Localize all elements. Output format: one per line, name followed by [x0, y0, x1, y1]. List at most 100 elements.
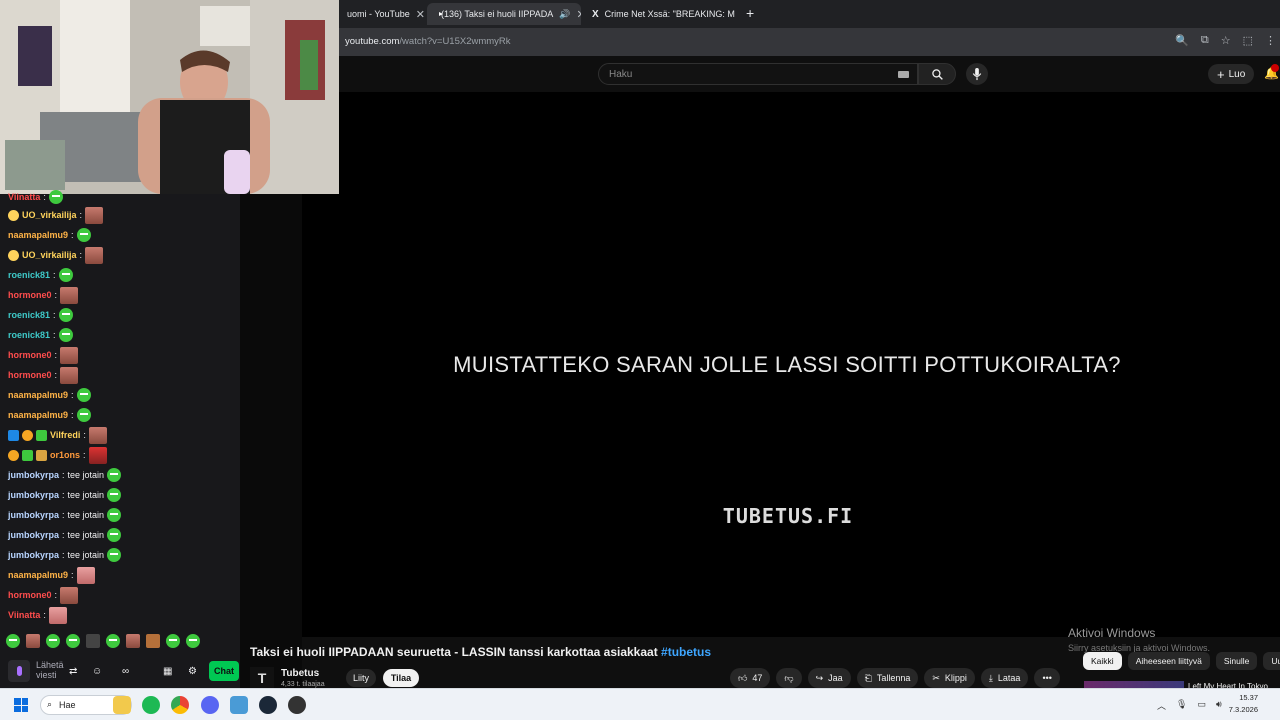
close-icon[interactable]: ✕: [416, 8, 425, 21]
chat-username[interactable]: naamapalmu9: [8, 390, 68, 400]
emote-icon[interactable]: [186, 634, 200, 648]
network-icon[interactable]: ▭: [1197, 699, 1206, 712]
emote-icon[interactable]: [146, 634, 160, 648]
discord-icon[interactable]: [201, 696, 219, 714]
emote-icon: [58, 308, 73, 322]
chat-username[interactable]: hormone0: [8, 290, 52, 300]
chat-message: hormone0:: [8, 586, 79, 604]
chat-message: naamapalmu9:: [8, 226, 91, 244]
chat-username[interactable]: UO_virkailija: [22, 210, 77, 220]
chat-username[interactable]: naamapalmu9: [8, 570, 68, 580]
settings-gear-icon[interactable]: ⚙: [188, 666, 197, 677]
windows-start-icon[interactable]: [14, 698, 28, 712]
chat-username[interactable]: Vilfredi: [50, 430, 80, 440]
emote-icon[interactable]: [46, 634, 60, 648]
emote-icon: [88, 446, 107, 464]
chat-username[interactable]: Viinatta: [8, 610, 40, 620]
new-tab-icon[interactable]: +: [746, 5, 754, 21]
volume-icon[interactable]: 🔊︎: [1216, 699, 1222, 712]
more-actions-button[interactable]: •••: [1034, 668, 1060, 688]
scissors-icon: ✂: [932, 672, 940, 683]
system-tray: ︿ 🎙︎ ▭ 🔊︎: [1157, 699, 1222, 712]
chat-username[interactable]: jumbokyrpa: [8, 470, 59, 480]
obs-icon[interactable]: [288, 696, 306, 714]
hashtag-link[interactable]: #tubetus: [661, 645, 711, 659]
emote-icon[interactable]: [26, 634, 40, 648]
emote-icon[interactable]: [66, 634, 80, 648]
chat-username[interactable]: naamapalmu9: [8, 410, 68, 420]
voice-search-button[interactable]: [966, 63, 988, 85]
dislike-button[interactable]: 👎︎: [776, 668, 802, 688]
close-icon[interactable]: ✕: [576, 8, 581, 21]
chat-username[interactable]: jumbokyrpa: [8, 530, 59, 540]
download-button[interactable]: ⤓ Lataa: [980, 668, 1029, 688]
chat-username[interactable]: hormone0: [8, 370, 52, 380]
chat-username[interactable]: naamapalmu9: [8, 230, 68, 240]
file-explorer-icon[interactable]: [113, 696, 131, 714]
zoom-icon[interactable]: 🔍: [1175, 34, 1189, 47]
keyboard-icon[interactable]: [898, 71, 909, 78]
chat-username[interactable]: roenick81: [8, 270, 50, 280]
chat-username[interactable]: jumbokyrpa: [8, 490, 59, 500]
chat-username[interactable]: jumbokyrpa: [8, 510, 59, 520]
chat-username[interactable]: hormone0: [8, 590, 52, 600]
extensions-icon[interactable]: ⬚: [1243, 34, 1253, 47]
menu-icon[interactable]: ⋮: [1265, 34, 1276, 47]
chat-username[interactable]: hormone0: [8, 350, 52, 360]
search-button[interactable]: [918, 63, 956, 85]
bits-icon[interactable]: ∞: [122, 666, 129, 677]
emote-icon[interactable]: [126, 634, 140, 648]
chat-username[interactable]: jumbokyrpa: [8, 550, 59, 560]
store-icon[interactable]: ▦: [163, 666, 172, 677]
emote-icon[interactable]: [166, 634, 180, 648]
save-button[interactable]: ⎗ Tallenna: [856, 668, 919, 688]
chip-new[interactable]: Uud: [1263, 652, 1280, 670]
video-title-text: Taksi ei huoli IIPPADAAN seuruetta - LAS…: [250, 645, 658, 659]
join-button[interactable]: Liity: [346, 669, 376, 687]
chevron-up-icon[interactable]: ︿: [1157, 699, 1166, 712]
translate-icon[interactable]: ⇄: [69, 666, 77, 677]
subscribe-button[interactable]: Tilaa: [383, 669, 419, 687]
emoji-icon[interactable]: ☺: [92, 666, 102, 677]
chat-text: tee jotain: [67, 490, 105, 500]
search-input[interactable]: Haku: [598, 63, 918, 85]
spotify-icon[interactable]: [142, 696, 160, 714]
microphone-tray-icon[interactable]: 🎙︎: [1176, 699, 1187, 712]
tab-x-post[interactable]: X Crime Net Xssä: "BREAKING: M ✕: [584, 3, 740, 25]
app-icon[interactable]: [230, 696, 248, 714]
video-subtitle: MUISTATTEKO SARAN JOLLE LASSI SOITTI POT…: [453, 352, 1121, 377]
chat-username[interactable]: Viinatta: [8, 192, 40, 202]
emote-icon[interactable]: [106, 634, 120, 648]
share-button[interactable]: ↪ Jaa: [807, 668, 851, 688]
create-button[interactable]: + Luo: [1208, 64, 1255, 84]
chat-username[interactable]: or1ons: [50, 450, 80, 460]
channel-name[interactable]: Tubetus: [281, 668, 319, 679]
tab-youtube-home[interactable]: uomi - YouTube ✕: [339, 3, 427, 25]
speaker-icon: 🔊: [559, 8, 571, 19]
chip-for-you[interactable]: Sinulle: [1215, 652, 1258, 670]
chip-related[interactable]: Aiheeseen liittyvä: [1127, 652, 1210, 670]
channel-avatar[interactable]: T: [250, 667, 274, 689]
chat-username[interactable]: UO_virkailija: [22, 250, 77, 260]
chat-username[interactable]: roenick81: [8, 330, 50, 340]
chip-all[interactable]: Kaikki: [1083, 652, 1122, 670]
tab-video[interactable]: (136) Taksi ei huoli IIPPADA 🔊 ✕: [427, 3, 581, 25]
share-icon: ↪: [815, 672, 824, 683]
emote-icon[interactable]: [6, 634, 20, 648]
video-player[interactable]: MUISTATTEKO SARAN JOLLE LASSI SOITTI POT…: [302, 92, 1280, 637]
chat-text: tee jotain: [67, 550, 105, 560]
steam-icon[interactable]: [259, 696, 277, 714]
chat-input[interactable]: Lähetä viesti: [36, 660, 64, 680]
url-field[interactable]: youtube.com/watch?v=U15X2wmmyRk: [345, 36, 511, 47]
microphone-button[interactable]: [8, 660, 30, 682]
like-button[interactable]: 👍︎ 47: [730, 668, 771, 688]
chrome-icon[interactable]: [171, 696, 189, 714]
chat-message: roenick81:: [8, 266, 73, 284]
clip-button[interactable]: ✂ Klippi: [924, 668, 975, 688]
clock[interactable]: 15.37 7.3.2026: [1229, 692, 1258, 716]
emote-icon[interactable]: [86, 634, 100, 648]
chat-send-button[interactable]: Chat: [209, 661, 239, 681]
bookmark-star-icon[interactable]: ☆: [1221, 34, 1231, 47]
cast-icon[interactable]: ⧉: [1201, 34, 1209, 47]
chat-username[interactable]: roenick81: [8, 310, 50, 320]
